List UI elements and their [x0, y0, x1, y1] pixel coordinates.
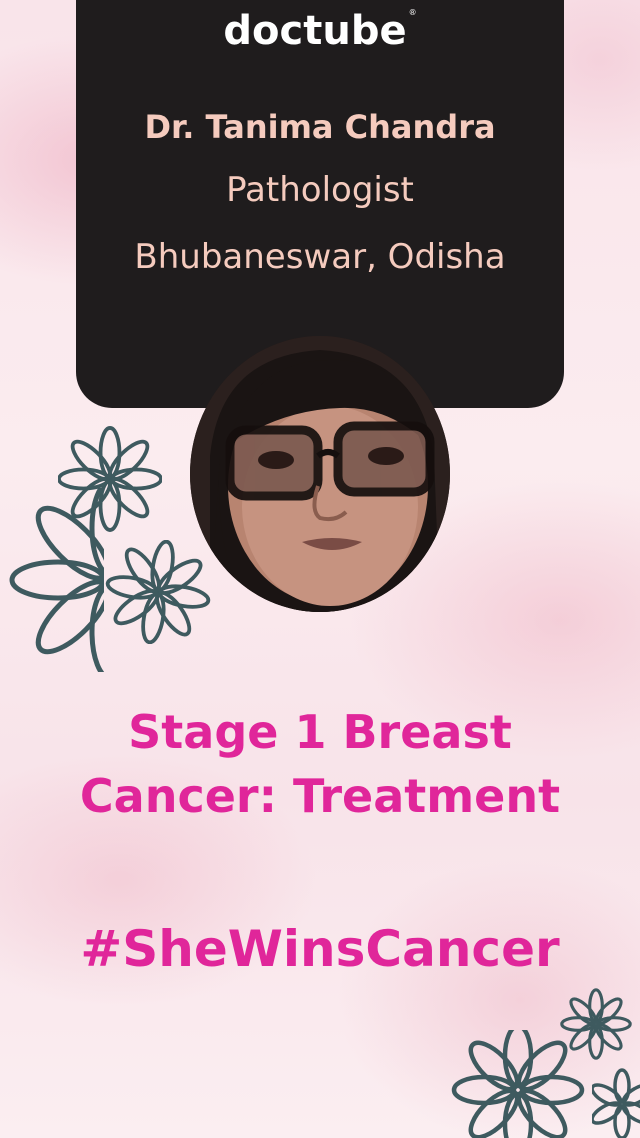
hashtag: #SheWinsCancer — [80, 920, 560, 978]
flower-icon — [592, 1068, 640, 1138]
flower-icon — [451, 1030, 585, 1138]
doctor-location: Bhubaneswar, Odisha — [134, 237, 506, 277]
doctube-logo: doctube ® — [0, 8, 640, 54]
logo-text: doctube — [223, 8, 407, 54]
doctor-name: Dr. Tanima Chandra — [144, 108, 496, 146]
doctor-specialty: Pathologist — [226, 170, 414, 210]
video-title-line-2: Cancer: Treatment — [79, 769, 561, 823]
video-title: Stage 1 Breast Cancer: Treatment — [0, 700, 640, 828]
trademark-symbol: ® — [408, 8, 417, 17]
doctor-photo — [190, 336, 450, 612]
flower-icon — [105, 540, 211, 644]
doctor-photo-illustration — [190, 336, 450, 612]
video-title-line-1: Stage 1 Breast — [128, 705, 512, 759]
flower-icon — [9, 488, 104, 672]
